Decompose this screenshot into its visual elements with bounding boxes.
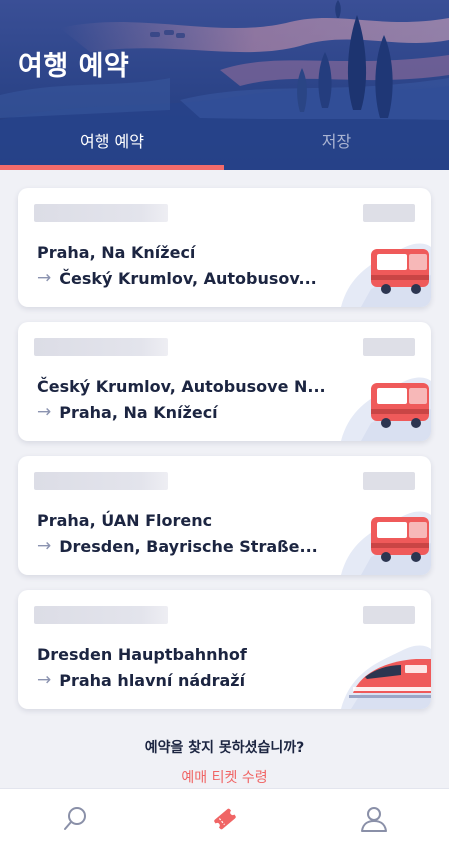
bus-icon xyxy=(341,377,431,441)
origin-station: Praha, Na Knížecí xyxy=(37,243,196,262)
redacted-time xyxy=(363,204,415,222)
destination-row: → Český Krumlov, Autobusov... xyxy=(37,268,317,288)
nav-tickets[interactable] xyxy=(150,789,300,848)
booking-card[interactable]: Praha, ÚAN Florenc → Dresden, Bayrische … xyxy=(18,456,431,575)
booking-card[interactable]: Dresden Hauptbahnhof → Praha hlavní nádr… xyxy=(18,590,431,709)
tickets-icon xyxy=(213,808,236,829)
booking-card[interactable]: Český Krumlov, Autobusove N... → Praha, … xyxy=(18,322,431,441)
destination-station: Dresden, Bayrische Straße... xyxy=(59,536,318,556)
redacted-date xyxy=(34,338,168,356)
page-title: 여행 예약 xyxy=(18,51,130,82)
search-icon xyxy=(63,806,86,830)
claim-ticket-link[interactable]: 예매 티켓 수령 xyxy=(0,767,449,787)
app-header: 여행 예약 여행 예약 저장 xyxy=(0,0,449,170)
redacted-date xyxy=(34,472,168,490)
not-found-text: 예약을 찾지 못하셨습니까? xyxy=(144,740,305,756)
redacted-time xyxy=(363,606,415,624)
destination-row: → Praha, Na Knížecí xyxy=(37,402,218,422)
booking-card[interactable]: Praha, Na Knížecí → Český Krumlov, Autob… xyxy=(18,188,431,307)
destination-station: Praha hlavní nádraží xyxy=(59,670,246,690)
bottom-navigation xyxy=(0,788,449,848)
origin-station: Praha, ÚAN Florenc xyxy=(37,511,213,530)
origin-station: Dresden Hauptbahnhof xyxy=(37,645,247,664)
destination-row: → Dresden, Bayrische Straße... xyxy=(37,536,318,556)
redacted-time xyxy=(363,472,415,490)
arrow-right-icon: → xyxy=(37,670,52,690)
arrow-right-icon: → xyxy=(37,536,52,556)
nav-search[interactable] xyxy=(0,789,150,848)
tab-bookings[interactable]: 여행 예약 xyxy=(0,118,224,170)
active-tab-indicator xyxy=(0,165,224,170)
destination-row: → Praha hlavní nádraží xyxy=(37,670,245,690)
train-icon xyxy=(341,645,431,709)
profile-icon xyxy=(361,806,388,832)
tab-bar: 여행 예약 저장 xyxy=(0,118,449,170)
bus-icon xyxy=(341,243,431,307)
redacted-time xyxy=(363,338,415,356)
tab-saved[interactable]: 저장 xyxy=(224,118,449,170)
nav-profile[interactable] xyxy=(299,789,449,848)
destination-station: Český Krumlov, Autobusov... xyxy=(59,268,317,288)
arrow-right-icon: → xyxy=(37,402,52,422)
origin-station: Český Krumlov, Autobusove N... xyxy=(37,377,326,396)
destination-station: Praha, Na Knížecí xyxy=(59,402,218,422)
redacted-date xyxy=(34,204,168,222)
bus-icon xyxy=(341,511,431,575)
arrow-right-icon: → xyxy=(37,268,52,288)
redacted-date xyxy=(34,606,168,624)
